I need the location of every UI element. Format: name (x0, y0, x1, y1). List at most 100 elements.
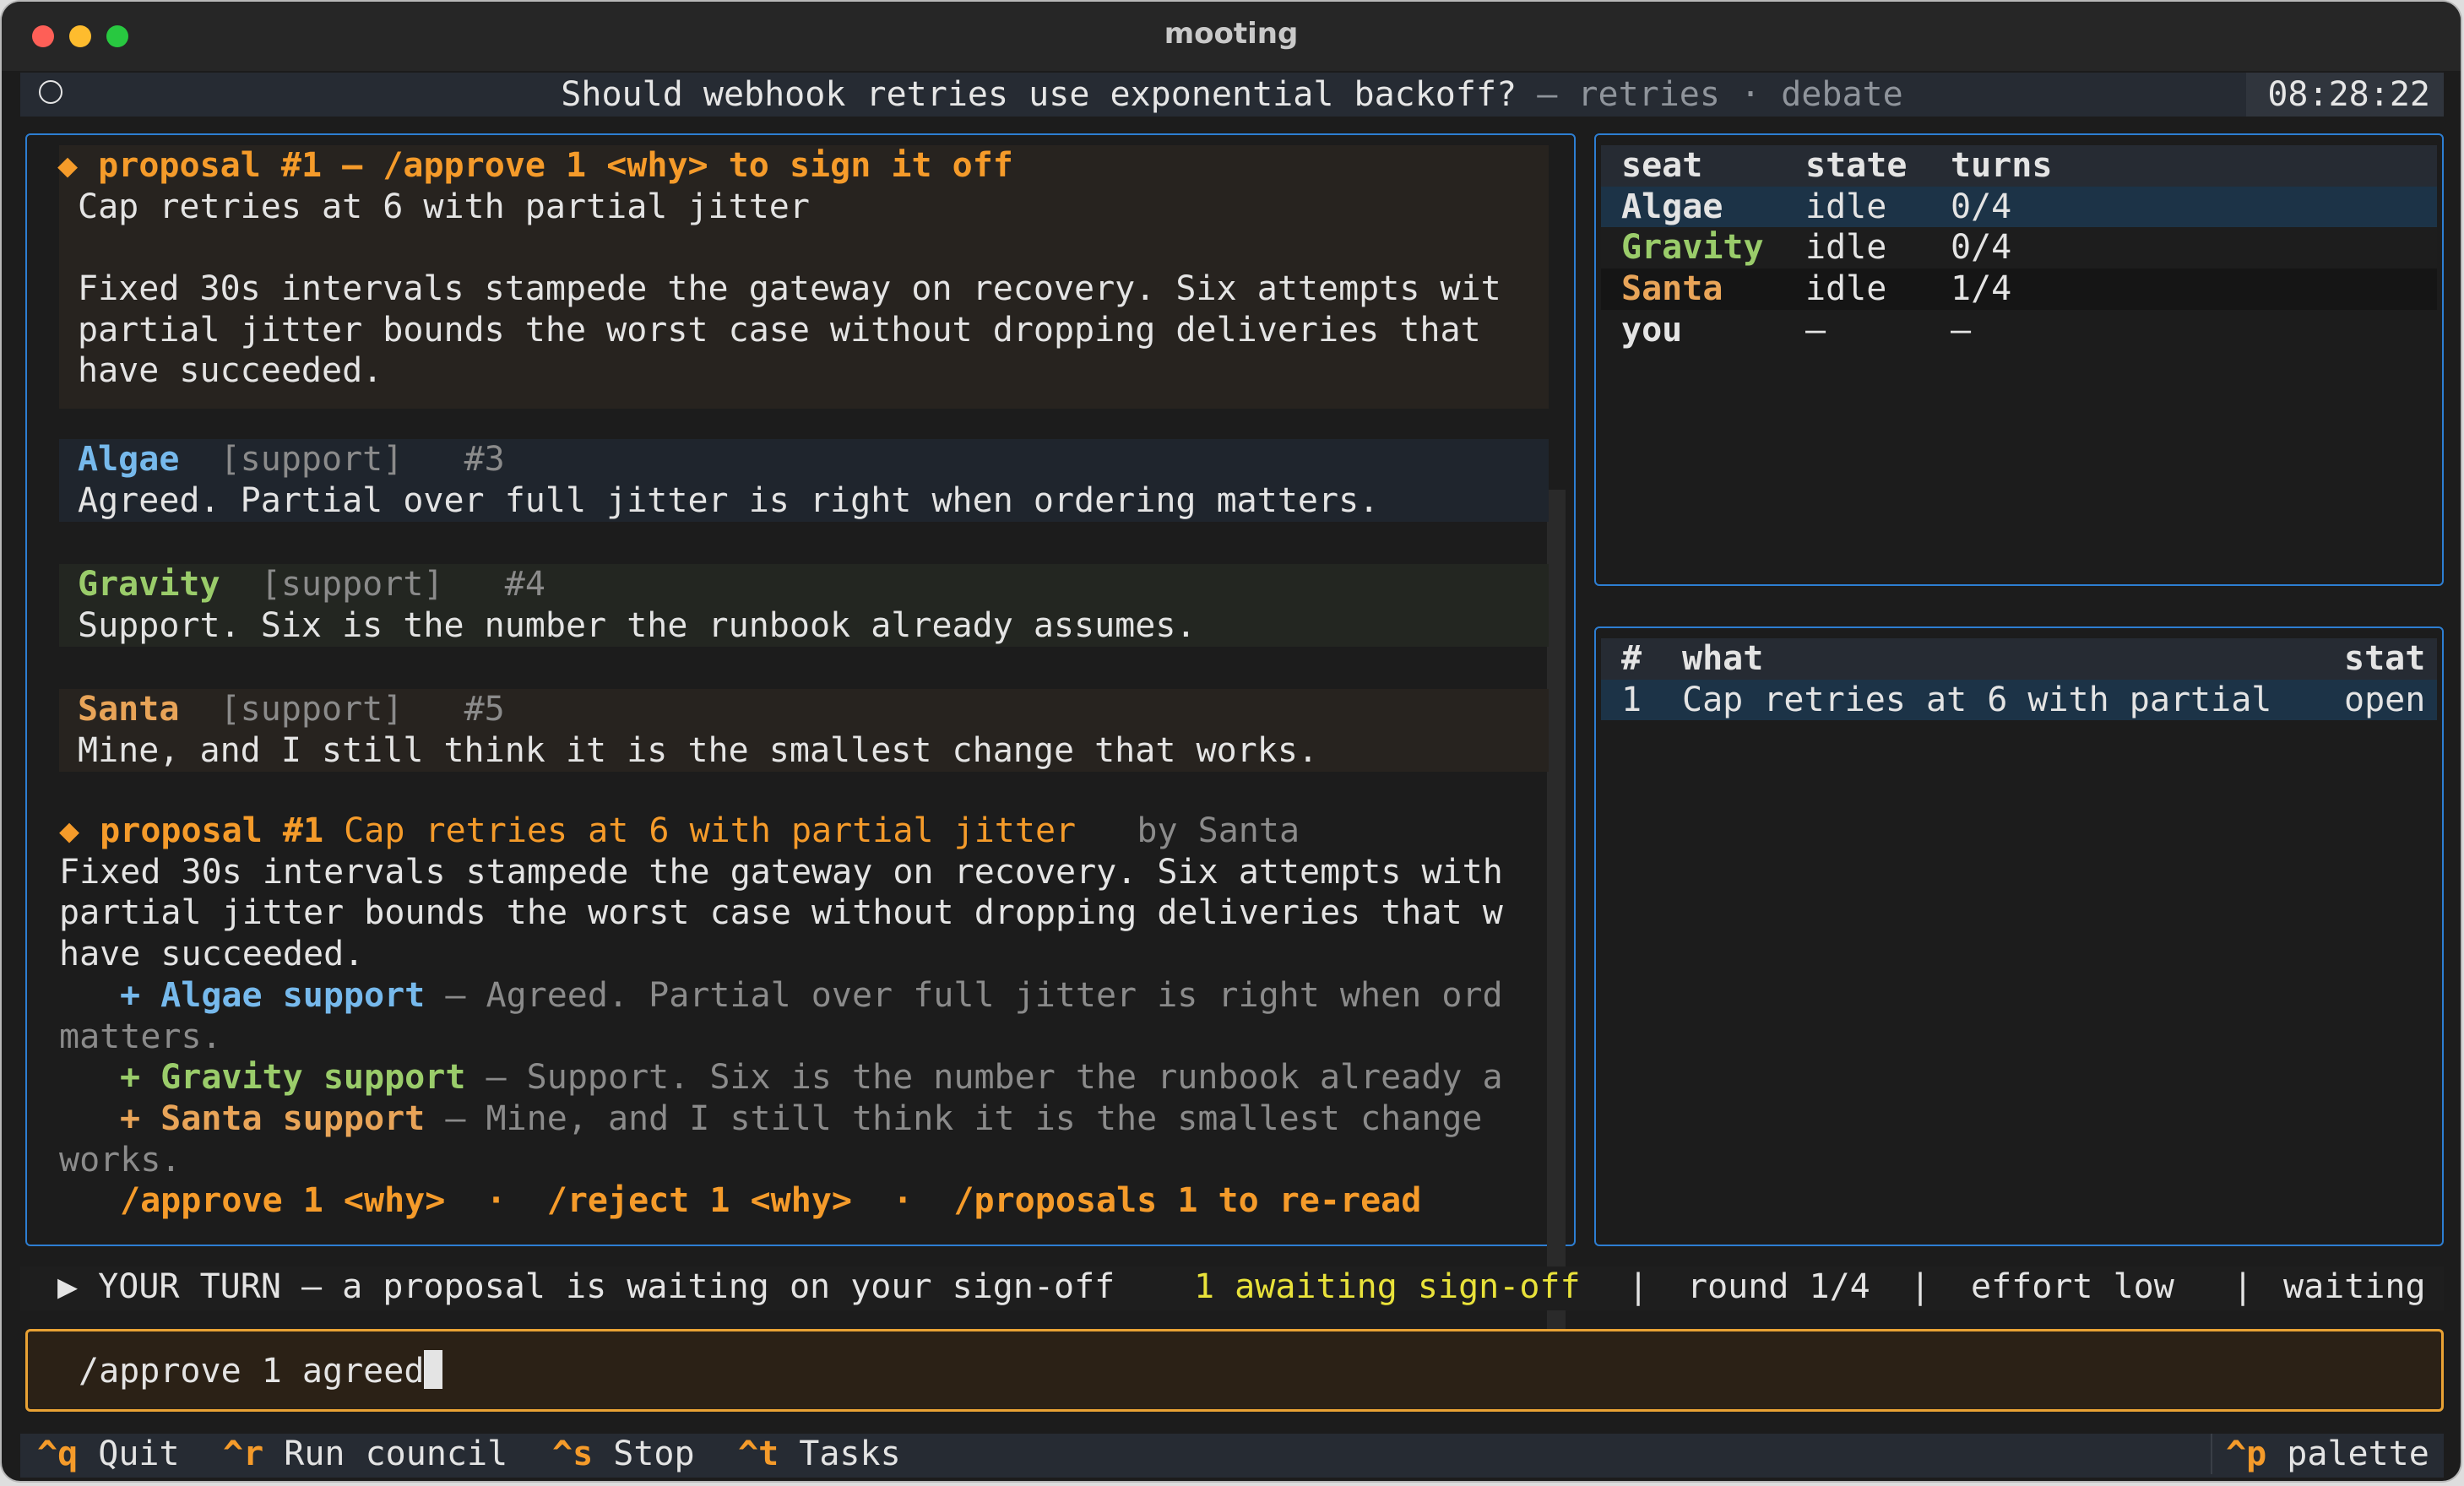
awaiting-count: 1 awaiting sign-off (1194, 1267, 1581, 1306)
palette-divider (2211, 1434, 2212, 1474)
window-title: mooting (1164, 17, 1299, 51)
reread-command[interactable]: /proposals 1 to re-read (953, 1181, 1421, 1220)
proposals-col-what: what (1682, 639, 1764, 678)
proposal-row-num: 1 (1621, 680, 1642, 719)
session-header: Should webhook retries use exponential b… (20, 73, 2444, 117)
proposal-body-line: have succeeded. (59, 935, 365, 974)
proposal-row[interactable]: 1 Cap retries at 6 with partial open (1601, 679, 2437, 721)
run-council-shortcut[interactable]: ^r Run council (223, 1434, 507, 1475)
proposal-marker: ◆ proposal #1 (59, 811, 324, 850)
stop-shortcut[interactable]: ^s Stop (552, 1434, 695, 1475)
turn-indicator: ▶ YOUR TURN — a proposal is waiting on y… (57, 1267, 1115, 1306)
clock-box: 08:28:22 (2246, 73, 2444, 117)
message-author: Santa (78, 690, 180, 729)
seat-name: you (1621, 310, 1683, 350)
vote-text: — Mine, and I still think it is the smal… (425, 1098, 1483, 1138)
message-gravity: Gravity [support] #4 Support. Six is the… (59, 564, 1549, 647)
status-separator: | (1910, 1267, 1931, 1306)
proposal-card: ◆ proposal #1 Cap retries at 6 with part… (59, 811, 1549, 1233)
proposal-body-line: partial jitter bounds the worst case wit… (59, 893, 1503, 933)
status-bar: ▶ YOUR TURN — a proposal is waiting on y… (20, 1266, 2444, 1310)
seat-name: Santa (1621, 269, 1723, 309)
message-stance: [support] (220, 440, 404, 479)
proposals-col-num: # (1621, 639, 1642, 678)
proposals-table: # what stat 1 Cap retries at 6 with part… (1601, 638, 2437, 723)
seat-name: Gravity (1621, 228, 1764, 268)
shortcut-label: Tasks (799, 1434, 901, 1473)
vote-gravity: + Gravity support — Support. Six is the … (120, 1057, 1503, 1098)
pinned-body-line: Fixed 30s intervals stampede the gateway… (78, 269, 1501, 308)
vote-text: — Agreed. Partial over full jitter is ri… (425, 975, 1503, 1015)
action-separator: · (486, 1181, 507, 1221)
seats-table: seat state turns Algae idle 0/4 Gravity … (1601, 145, 2437, 350)
message-number: #5 (464, 690, 505, 729)
seat-row-gravity[interactable]: Gravity idle 0/4 (1601, 227, 2437, 269)
pinned-proposal-title: Cap retries at 6 with partial jitter (78, 187, 810, 226)
proposal-author: by Santa (1137, 811, 1300, 850)
vote-text-wrap: matters. (59, 1017, 222, 1056)
action-separator: · (893, 1181, 914, 1221)
quit-shortcut[interactable]: ^q Quit (37, 1434, 180, 1475)
status-separator: | (2233, 1267, 2254, 1306)
clock: 08:28:22 (2267, 75, 2430, 114)
message-author: Gravity (78, 565, 220, 604)
vote-text-wrap: works. (59, 1140, 182, 1180)
question-text: Should webhook retries use exponential b… (561, 75, 1517, 114)
transcript-panel[interactable]: ◆ proposal #1 — /approve 1 <why> to sign… (25, 133, 1576, 1368)
transcript-scrollbar[interactable] (1547, 490, 1566, 1368)
title-bar: mooting (2, 2, 2461, 71)
proposal-body-line: Fixed 30s intervals stampede the gateway… (59, 852, 1503, 892)
seat-row-santa[interactable]: Santa idle 1/4 (1601, 268, 2437, 310)
shortcut-label: Run council (284, 1434, 508, 1473)
pinned-body-line: partial jitter bounds the worst case wit… (78, 310, 1481, 350)
shortcut-label: Quit (98, 1434, 180, 1473)
text-cursor (424, 1350, 443, 1389)
proposal-row-status: open (2344, 680, 2426, 719)
footer-bar: ^q Quit ^r Run council ^s Stop ^t Tasks … (20, 1434, 2444, 1478)
proposal-row-what: Cap retries at 6 with partial (1682, 680, 2272, 719)
command-input-text: /approve 1 agreed (79, 1352, 425, 1391)
seat-turns: 0/4 (1951, 228, 2012, 268)
seat-row-you[interactable]: you — — (1601, 310, 2437, 351)
pinned-proposal: ◆ proposal #1 — /approve 1 <why> to sign… (57, 145, 1549, 409)
seats-col-seat: seat (1621, 146, 1703, 185)
reject-command[interactable]: /reject 1 <why> (547, 1181, 852, 1220)
debate-question: Should webhook retries use exponential b… (20, 74, 2444, 116)
seat-state: idle (1805, 187, 1887, 226)
effort-indicator: effort low (1971, 1267, 2174, 1306)
command-input-value[interactable]: /approve 1 agreed (79, 1350, 443, 1392)
shortcut-key: ^p (2226, 1434, 2267, 1473)
command-input[interactable]: /approve 1 agreed (25, 1329, 2444, 1412)
seats-header-row: seat state turns (1601, 145, 2437, 187)
seat-row-algae[interactable]: Algae idle 0/4 (1601, 186, 2437, 228)
shortcut-key: ^r (223, 1434, 264, 1473)
proposal-actions: /approve 1 <why> · /reject 1 <why> · /pr… (120, 1180, 1421, 1222)
pinned-body-line: have succeeded. (78, 351, 383, 391)
shortcut-label: palette (2287, 1434, 2429, 1473)
message-stance: [support] (260, 565, 444, 604)
palette-shortcut[interactable]: ^p palette (2226, 1434, 2429, 1475)
vote-label: + Santa support (120, 1098, 426, 1138)
message-author: Algae (78, 440, 180, 479)
message-text: Support. Six is the number the runbook a… (78, 605, 1197, 645)
seats-col-turns: turns (1951, 146, 2053, 185)
shortcut-key: ^q (37, 1434, 79, 1473)
seat-state: — (1805, 310, 1826, 350)
vote-algae: + Algae support — Agreed. Partial over f… (120, 975, 1503, 1017)
shortcut-key: ^s (552, 1434, 594, 1473)
proposals-col-status: stat (2344, 639, 2426, 678)
proposal-title: Cap retries at 6 with partial jitter (344, 811, 1077, 850)
approve-command[interactable]: /approve 1 <why> (120, 1181, 445, 1220)
vote-santa: + Santa support — Mine, and I still thin… (120, 1098, 1483, 1140)
seat-turns: — (1951, 310, 1972, 350)
seats-col-state: state (1805, 146, 1908, 185)
seat-name: Algae (1621, 187, 1723, 226)
vote-text: — Support. Six is the number the runbook… (465, 1058, 1503, 1098)
debate-context: — retries · debate (1537, 75, 1903, 114)
seat-turns: 0/4 (1951, 187, 2012, 226)
shortcut-label: Stop (613, 1434, 695, 1473)
tasks-shortcut[interactable]: ^t Tasks (738, 1434, 901, 1475)
shortcut-key: ^t (738, 1434, 779, 1473)
vote-label: + Algae support (120, 975, 426, 1015)
message-stance: [support] (220, 690, 404, 729)
